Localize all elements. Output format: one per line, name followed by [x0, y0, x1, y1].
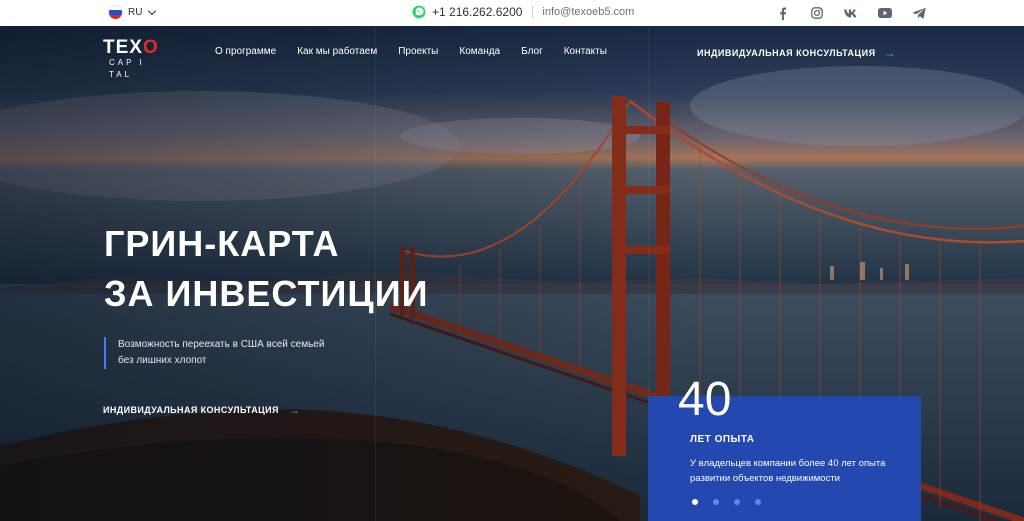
slider-dot-4[interactable] [755, 499, 761, 505]
whatsapp-icon[interactable] [412, 5, 426, 19]
logo-mark-accent: O [142, 37, 159, 58]
hero-title-line-2: ЗА ИНВЕСТИЦИИ [104, 273, 429, 314]
youtube-icon[interactable] [878, 6, 892, 20]
phone-link[interactable]: +1 216.262.6200 [432, 5, 522, 19]
instagram-icon[interactable] [810, 6, 824, 20]
nav-item-team[interactable]: Команда [459, 46, 500, 57]
arrow-right-icon: → [883, 46, 897, 60]
nav-item-projects[interactable]: Проекты [398, 46, 438, 57]
telegram-icon[interactable] [912, 6, 926, 20]
hero-consultation-link[interactable]: ИНДИВИДУАЛЬНАЯ КОНСУЛЬТАЦИЯ → [103, 403, 300, 417]
russia-flag-icon [109, 6, 122, 19]
language-code: RU [128, 7, 143, 18]
top-bar: RU +1 216.262.6200 info@texoeb5.com [0, 0, 1024, 26]
nav-item-about[interactable]: О программе [215, 46, 276, 57]
slider-dot-2[interactable] [713, 499, 719, 505]
nav-item-how-we-work[interactable]: Как мы работаем [297, 46, 377, 57]
social-links [776, 6, 926, 20]
experience-description: У владельцев компании более 40 лет опыта… [690, 458, 886, 484]
nav-consultation-link[interactable]: ИНДИВИДУАЛЬНАЯ КОНСУЛЬТАЦИЯ → [697, 46, 896, 60]
nav-item-blog[interactable]: Блог [521, 46, 543, 57]
divider [532, 6, 534, 18]
chevron-down-icon [148, 6, 157, 16]
hero-consultation-label: ИНДИВИДУАЛЬНАЯ КОНСУЛЬТАЦИЯ [103, 405, 279, 415]
slider-dot-1[interactable] [692, 499, 698, 505]
hero-title: ГРИН-КАРТА ЗА ИНВЕСТИЦИИ [104, 219, 428, 319]
hero-title-line-1: ГРИН-КАРТА [104, 223, 340, 264]
contact-info: +1 216.262.6200 info@texoeb5.com [412, 5, 634, 19]
experience-number: 40 [678, 373, 732, 426]
texo-capital-logo[interactable]: TEXO CAP I TAL [103, 37, 169, 79]
arrow-right-icon: → [287, 403, 301, 417]
email-link[interactable]: info@texoeb5.com [542, 6, 634, 18]
logo-subtitle: CAP I TAL [109, 58, 145, 79]
experience-label: ЛЕТ ОПЫТА [690, 434, 755, 445]
experience-card: 40 ЛЕТ ОПЫТА У владельцев компании более… [648, 373, 921, 521]
vk-icon[interactable] [844, 6, 858, 20]
nav-consultation-label: ИНДИВИДУАЛЬНАЯ КОНСУЛЬТАЦИЯ [697, 48, 876, 58]
nav-item-contacts[interactable]: Контакты [564, 46, 607, 57]
facebook-icon[interactable] [776, 6, 790, 20]
hero-subtitle: Возможность переехать в США всей семьей … [104, 337, 338, 369]
language-selector[interactable]: RU [109, 6, 157, 19]
logo-mark: TEX [103, 37, 143, 58]
slider-pagination [692, 499, 761, 505]
slider-dot-3[interactable] [734, 499, 740, 505]
main-navigation: О программе Как мы работаем Проекты Кома… [215, 46, 607, 57]
